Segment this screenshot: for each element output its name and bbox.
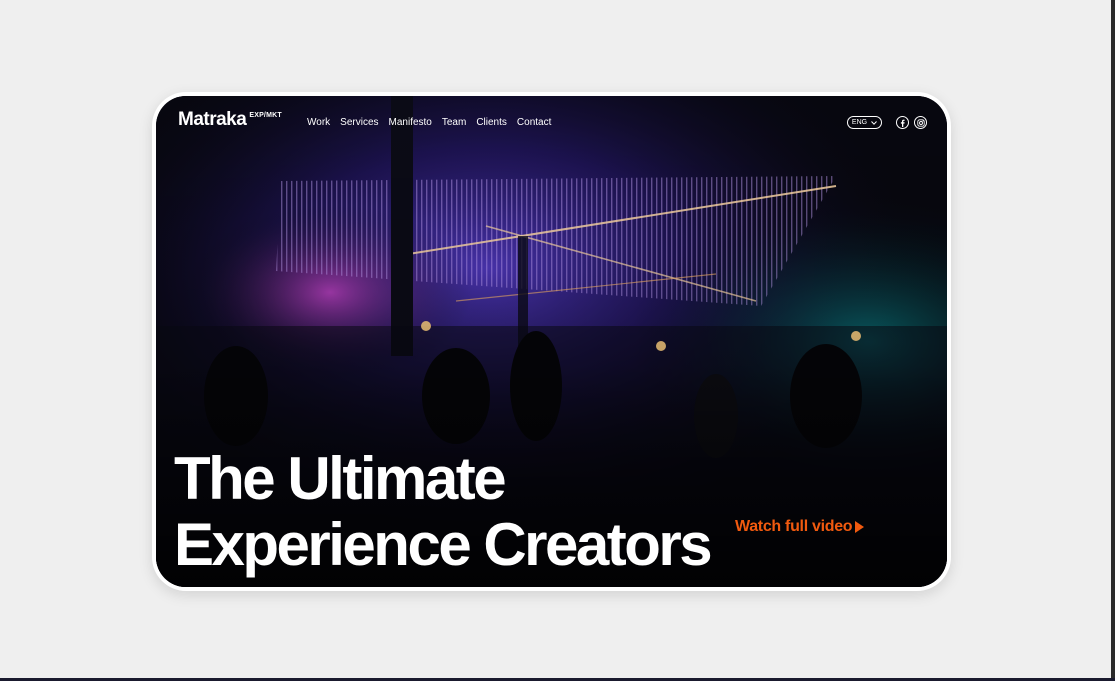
brand-tagline: EXP/MKT: [249, 112, 282, 119]
hero-headline-line-1: The Ultimate: [174, 445, 507, 512]
nav-item-work[interactable]: Work: [307, 117, 330, 129]
facebook-link[interactable]: [896, 116, 909, 129]
instagram-icon: [916, 118, 925, 127]
brand-logo[interactable]: Matraka EXP/MKT: [178, 110, 282, 130]
chevron-down-icon: [871, 120, 877, 125]
instagram-link[interactable]: [914, 116, 927, 129]
play-icon: [855, 521, 865, 533]
nav-item-contact[interactable]: Contact: [517, 117, 551, 129]
watch-video-label: Watch full video: [735, 518, 853, 535]
nav-item-services[interactable]: Services: [340, 117, 378, 129]
window-edge: [1111, 0, 1115, 681]
facebook-icon: [900, 119, 905, 127]
nav-item-manifesto[interactable]: Manifesto: [389, 117, 432, 129]
nav-item-clients[interactable]: Clients: [476, 117, 507, 129]
language-selector[interactable]: ENG: [847, 116, 882, 129]
language-label: ENG: [851, 119, 868, 126]
brand-name: Matraka: [178, 109, 247, 130]
hero-headline: The Ultimate Experience Creators: [174, 445, 713, 578]
hero-section: Matraka EXP/MKT Work Services Manifesto …: [156, 96, 947, 587]
hero-headline-line-2: Experience Creators: [174, 511, 713, 578]
device-frame: Matraka EXP/MKT Work Services Manifesto …: [152, 92, 951, 591]
top-navigation: Matraka EXP/MKT Work Services Manifesto …: [156, 96, 947, 146]
watch-video-link[interactable]: Watch full video: [735, 518, 865, 536]
nav-item-team[interactable]: Team: [442, 117, 466, 129]
main-menu: Work Services Manifesto Team Clients Con…: [307, 117, 551, 129]
